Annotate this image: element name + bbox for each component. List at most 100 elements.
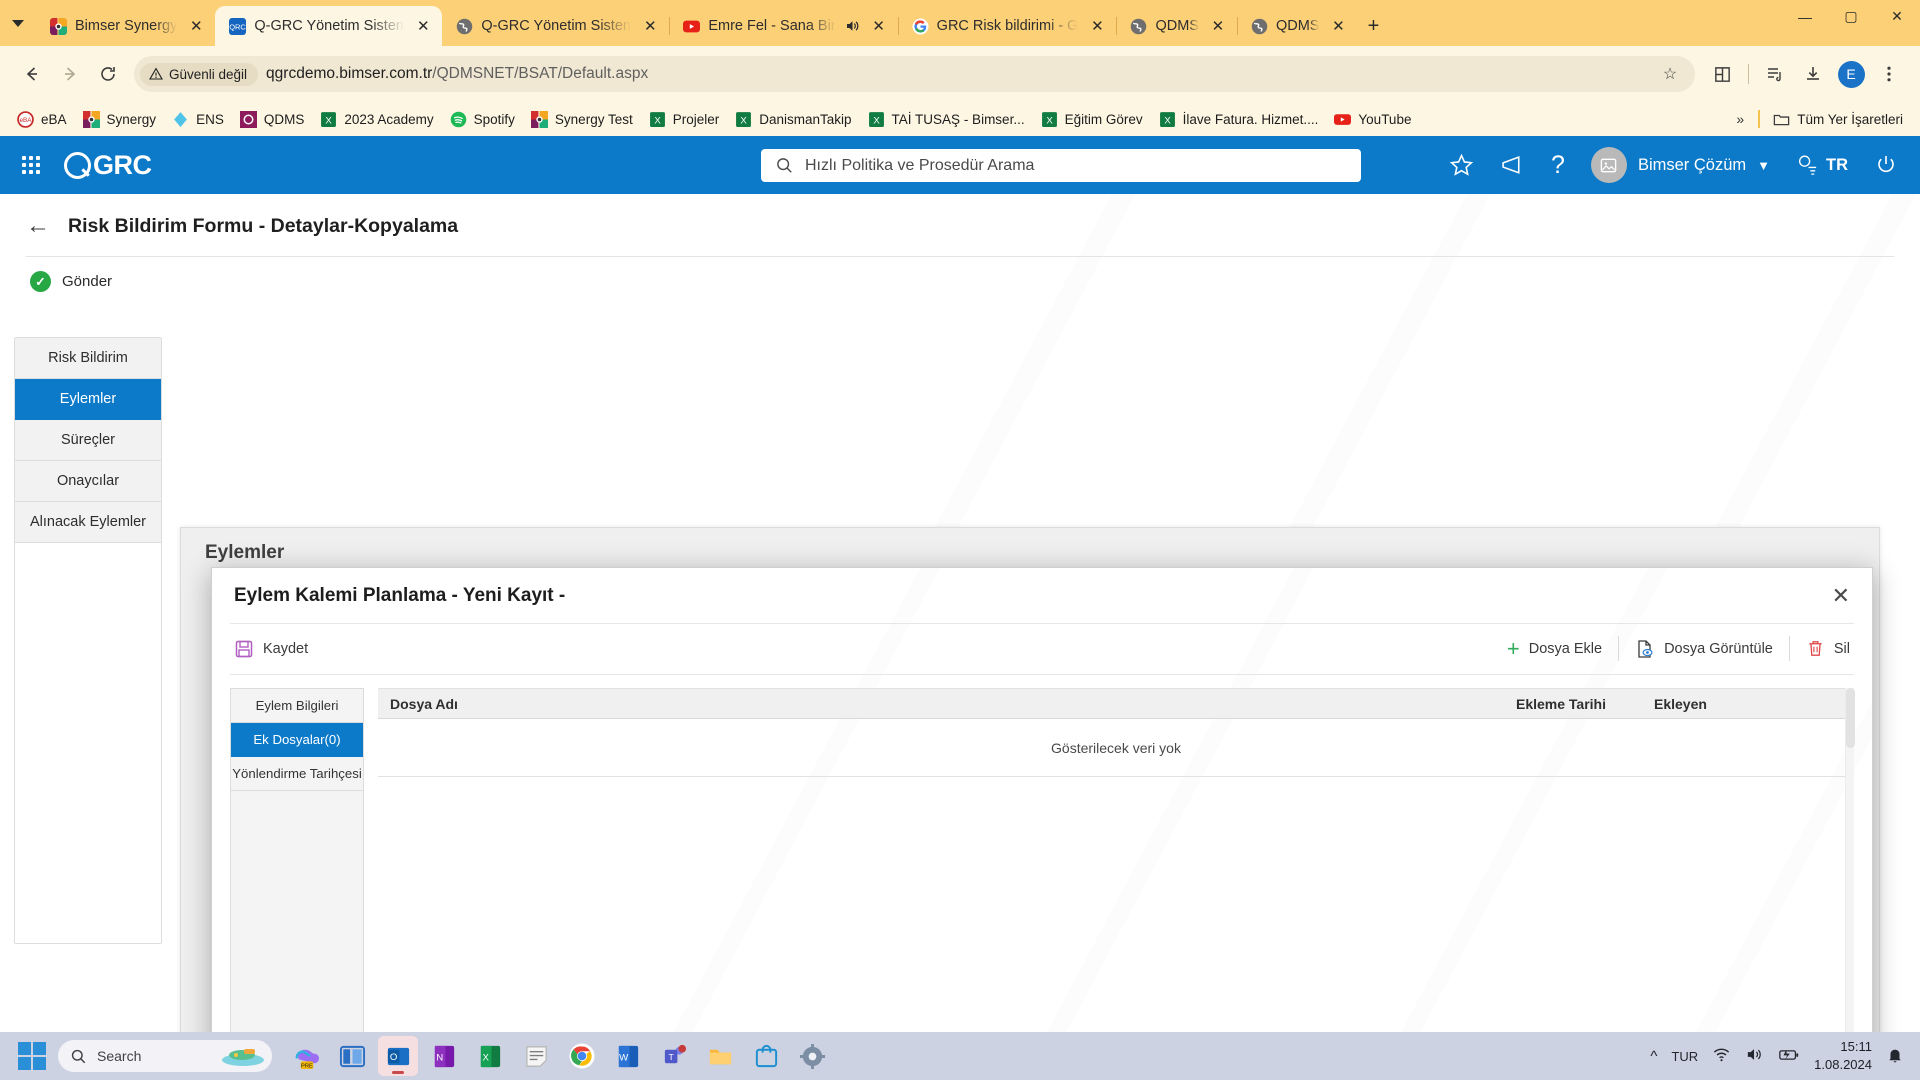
- help-icon[interactable]: ?: [1551, 151, 1565, 180]
- browser-tab[interactable]: Q-GRC Yönetim Sistemi ✕: [442, 6, 671, 46]
- sidebar-item-onaycilar[interactable]: Onaycılar: [15, 461, 161, 502]
- tab-close-icon[interactable]: ✕: [1207, 15, 1229, 37]
- browser-tab[interactable]: Emre Fel - Sana Bir ✕: [669, 6, 899, 46]
- sticky-notes-icon[interactable]: [516, 1036, 556, 1076]
- tab-close-icon[interactable]: ✕: [185, 15, 207, 37]
- downloads-icon[interactable]: [1796, 57, 1830, 91]
- bookmark-item[interactable]: Spotify: [443, 107, 522, 132]
- onenote-icon[interactable]: N: [424, 1036, 464, 1076]
- bookmarks-overflow-icon[interactable]: »: [1728, 107, 1752, 131]
- bookmark-item[interactable]: eBA eBA: [10, 107, 74, 132]
- teams-icon[interactable]: T: [654, 1036, 694, 1076]
- store-icon[interactable]: [746, 1036, 786, 1076]
- sidebar-item-eylemler[interactable]: Eylemler: [15, 379, 161, 420]
- bookmark-item[interactable]: X 2023 Academy: [313, 107, 440, 132]
- word-icon[interactable]: W: [608, 1036, 648, 1076]
- sidebar-item-risk-bildirim[interactable]: Risk Bildirim: [15, 338, 161, 379]
- tab-ek-dosyalar[interactable]: Ek Dosyalar(0): [231, 723, 363, 757]
- bookmark-item[interactable]: X DanismanTakip: [728, 107, 858, 132]
- reading-list-icon[interactable]: [1758, 57, 1792, 91]
- browser-tab[interactable]: QDMS ✕: [1237, 6, 1358, 46]
- bookmarks-bar: eBA eBA Synergy ENS QDMS X 2023 Academy …: [0, 102, 1920, 136]
- user-menu[interactable]: Bimser Çözüm ▼: [1590, 147, 1770, 183]
- start-button[interactable]: [10, 1041, 54, 1071]
- sidebar-item-surecler[interactable]: Süreçler: [15, 420, 161, 461]
- copilot-icon[interactable]: PRE: [286, 1036, 326, 1076]
- chrome-menu-icon[interactable]: [1872, 57, 1906, 91]
- bookmark-item[interactable]: Synergy Test: [524, 107, 640, 132]
- column-header-ekleyen[interactable]: Ekleyen: [1654, 696, 1854, 712]
- bookmark-item[interactable]: YouTube: [1327, 107, 1418, 132]
- browser-tab-active[interactable]: QRC Q-GRC Yönetim Sistemi ✕: [215, 6, 443, 46]
- language-selector[interactable]: TR: [1796, 154, 1848, 177]
- bookmark-star-icon[interactable]: ☆: [1653, 57, 1687, 91]
- column-header-dosya-adi[interactable]: Dosya Adı: [378, 696, 1516, 712]
- bookmark-item[interactable]: X TAİ TUSAŞ - Bimser...: [861, 107, 1032, 132]
- tab-close-icon[interactable]: ✕: [868, 15, 890, 37]
- security-badge[interactable]: Güvenli değil: [140, 62, 259, 86]
- tab-close-icon[interactable]: ✕: [639, 15, 661, 37]
- tab-eylem-bilgileri[interactable]: Eylem Bilgileri: [231, 689, 363, 723]
- power-icon[interactable]: [1874, 153, 1898, 177]
- wifi-icon[interactable]: [1712, 1045, 1731, 1067]
- outlook-icon[interactable]: O: [378, 1036, 418, 1076]
- bookmark-item[interactable]: X İlave Fatura. Hizmet....: [1152, 107, 1326, 132]
- tray-language[interactable]: TUR: [1671, 1049, 1698, 1064]
- sidebar-item-alinacak-eylemler[interactable]: Alınacak Eylemler: [15, 502, 161, 543]
- window-maximize-button[interactable]: ▢: [1828, 0, 1874, 33]
- star-icon[interactable]: [1449, 153, 1474, 178]
- megaphone-icon[interactable]: [1500, 153, 1525, 178]
- browser-tab[interactable]: Bimser Synergy ✕: [36, 6, 217, 46]
- bimser-icon: [530, 110, 548, 128]
- forward-button[interactable]: [52, 56, 88, 92]
- battery-icon[interactable]: [1778, 1045, 1800, 1067]
- volume-icon[interactable]: [1745, 1045, 1764, 1067]
- grid-vertical-scrollbar[interactable]: [1845, 688, 1855, 1080]
- taskbar-search[interactable]: Search: [58, 1040, 272, 1072]
- tab-close-icon[interactable]: ✕: [1086, 15, 1108, 37]
- bookmark-label: Eğitim Görev: [1064, 111, 1143, 127]
- grid-icon[interactable]: [22, 156, 40, 174]
- reload-button[interactable]: [90, 56, 126, 92]
- bookmark-item[interactable]: ENS: [165, 107, 231, 132]
- chrome-icon[interactable]: [562, 1036, 602, 1076]
- bookmark-item[interactable]: Synergy: [76, 107, 164, 132]
- bookmark-item[interactable]: X Projeler: [642, 107, 727, 132]
- all-bookmarks-button[interactable]: Tüm Yer İşaretleri: [1766, 107, 1910, 132]
- tab-close-icon[interactable]: ✕: [412, 15, 434, 37]
- column-header-ekleme-tarihi[interactable]: Ekleme Tarihi: [1516, 696, 1654, 712]
- browser-tab[interactable]: QDMS ✕: [1116, 6, 1238, 46]
- address-bar[interactable]: Güvenli değil qgrcdemo.bimser.com.tr/QDM…: [134, 56, 1695, 92]
- bookmark-item[interactable]: QDMS: [233, 107, 312, 132]
- tab-audio-icon[interactable]: [844, 18, 860, 34]
- browser-tab[interactable]: GRC Risk bildirimi - G ✕: [898, 6, 1118, 46]
- tray-overflow-icon[interactable]: ^: [1650, 1048, 1657, 1065]
- settings-icon[interactable]: [792, 1036, 832, 1076]
- file-explorer-icon[interactable]: [700, 1036, 740, 1076]
- excel-icon[interactable]: X: [470, 1036, 510, 1076]
- svg-text:QRC: QRC: [230, 22, 247, 31]
- close-icon[interactable]: ✕: [1832, 585, 1850, 607]
- scrollbar-thumb[interactable]: [1846, 688, 1855, 748]
- extensions-icon[interactable]: [1705, 57, 1739, 91]
- notifications-icon[interactable]: [1886, 1046, 1904, 1067]
- submit-action[interactable]: ✓ Gönder: [0, 257, 1920, 292]
- add-file-button[interactable]: + Dosya Ekle: [1507, 637, 1602, 660]
- clock[interactable]: 15:11 1.08.2024: [1814, 1038, 1872, 1073]
- bookmark-item[interactable]: X Eğitim Görev: [1034, 107, 1150, 132]
- window-close-button[interactable]: ✕: [1874, 0, 1920, 33]
- tab-search-dropdown[interactable]: [0, 0, 36, 46]
- tab-yonlendirme-tarihcesi[interactable]: Yönlendirme Tarihçesi: [231, 757, 363, 791]
- tab-title: Emre Fel - Sana Bir: [708, 18, 836, 34]
- profile-avatar[interactable]: E: [1834, 57, 1868, 91]
- delete-button[interactable]: Sil: [1806, 639, 1850, 658]
- window-minimize-button[interactable]: —: [1782, 0, 1828, 33]
- page-back-icon[interactable]: ←: [26, 214, 50, 238]
- save-button[interactable]: Kaydet: [234, 639, 308, 659]
- tab-close-icon[interactable]: ✕: [1327, 15, 1349, 37]
- quick-search-box[interactable]: Hızlı Politika ve Prosedür Arama: [761, 149, 1361, 182]
- back-button[interactable]: [14, 56, 50, 92]
- view-file-button[interactable]: Dosya Görüntüle: [1635, 639, 1773, 659]
- new-tab-button[interactable]: +: [1357, 10, 1389, 42]
- widgets-icon[interactable]: [332, 1036, 372, 1076]
